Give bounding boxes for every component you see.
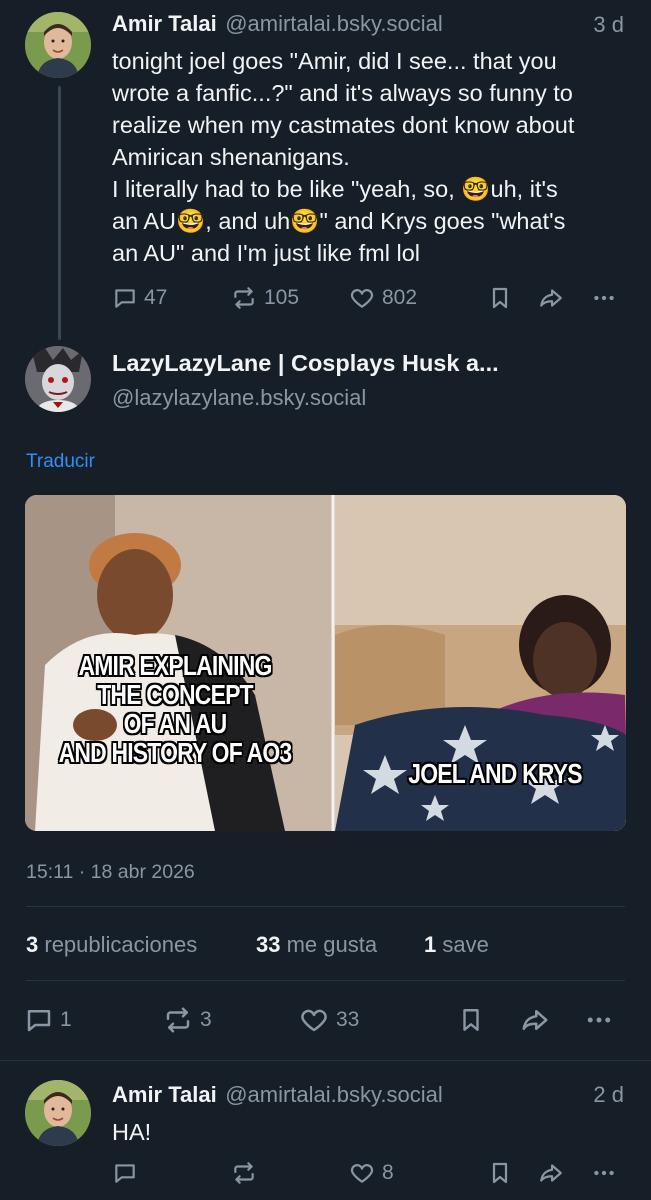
avatar-amir[interactable] bbox=[25, 12, 91, 78]
share-button[interactable] bbox=[536, 1160, 566, 1186]
heart-icon bbox=[350, 289, 374, 308]
repost-count: 105 bbox=[264, 286, 300, 309]
repost-icon bbox=[234, 287, 254, 309]
repost-icon bbox=[234, 1162, 254, 1184]
bookmark-icon bbox=[463, 1009, 479, 1031]
author-name[interactable]: Amir Talai bbox=[112, 1082, 217, 1107]
bookmark-button[interactable] bbox=[488, 285, 512, 311]
bookmark-icon bbox=[492, 1162, 508, 1184]
reply-button[interactable] bbox=[112, 1160, 138, 1186]
divider bbox=[26, 980, 625, 981]
post-time[interactable]: 2 d bbox=[593, 1082, 624, 1108]
avatar-amir[interactable] bbox=[25, 1080, 91, 1146]
author-handle[interactable]: @amirtalai.bsky.social bbox=[225, 1082, 443, 1107]
divider bbox=[0, 1060, 651, 1061]
more-icon bbox=[594, 1170, 614, 1176]
author-name[interactable]: LazyLazyLane | Cosplays Husk a... bbox=[112, 350, 499, 377]
share-icon bbox=[522, 1010, 548, 1030]
like-button[interactable]: 33 bbox=[298, 1005, 359, 1035]
post-text: tonight joel goes "Amir, did I see... th… bbox=[112, 48, 575, 266]
repost-icon bbox=[166, 1007, 190, 1033]
likes-stat-count: 33 bbox=[256, 932, 281, 957]
more-button[interactable] bbox=[590, 1160, 618, 1186]
author-name[interactable]: Amir Talai bbox=[112, 11, 217, 36]
like-button[interactable]: 802 bbox=[348, 285, 417, 311]
meme-left-caption: AMIR EXPLAINING THE CONCEPT OF AN AU AND… bbox=[58, 650, 293, 768]
meme-image[interactable]: AMIR EXPLAINING THE CONCEPT OF AN AU AND… bbox=[25, 495, 626, 831]
reply-count: 1 bbox=[60, 1008, 72, 1031]
saves-stat-count: 1 bbox=[424, 932, 437, 957]
reposts-stat[interactable]: 3 republicaciones bbox=[26, 932, 197, 958]
reposts-stat-count: 3 bbox=[26, 932, 39, 957]
meme-right-caption: JOEL AND KRYS bbox=[408, 758, 582, 789]
more-icon bbox=[594, 295, 614, 301]
reply-icon bbox=[27, 1010, 51, 1032]
like-count: 33 bbox=[336, 1008, 360, 1031]
author-handle[interactable]: @amirtalai.bsky.social bbox=[225, 11, 443, 36]
more-icon bbox=[587, 1017, 611, 1023]
reply-icon bbox=[115, 1164, 135, 1183]
post-time[interactable]: 3 d bbox=[593, 12, 624, 38]
more-button[interactable] bbox=[584, 1005, 614, 1035]
repost-button[interactable] bbox=[230, 1160, 258, 1186]
repost-button[interactable]: 105 bbox=[230, 285, 299, 311]
like-count: 8 bbox=[382, 1161, 394, 1184]
post3-header: Amir Talai @amirtalai.bsky.social bbox=[112, 1082, 443, 1108]
bookmark-button[interactable] bbox=[458, 1005, 484, 1035]
likes-stat[interactable]: 33 me gusta bbox=[256, 932, 377, 958]
likes-stat-label: me gusta bbox=[286, 932, 378, 957]
saves-stat[interactable]: 1 save bbox=[424, 932, 489, 958]
post-text: HA! bbox=[112, 1119, 152, 1145]
share-button[interactable] bbox=[518, 1005, 552, 1035]
translate-link[interactable]: Traducir bbox=[26, 451, 95, 473]
repost-count: 3 bbox=[200, 1008, 212, 1031]
like-button[interactable]: 8 bbox=[348, 1160, 394, 1186]
saves-stat-label: save bbox=[442, 932, 489, 957]
reply-button[interactable]: 47 bbox=[112, 285, 167, 311]
reply-button[interactable]: 1 bbox=[24, 1005, 72, 1035]
heart-icon bbox=[301, 1009, 327, 1032]
reply-icon bbox=[115, 289, 135, 308]
reposts-stat-label: republicaciones bbox=[44, 932, 198, 957]
heart-icon bbox=[350, 1164, 374, 1183]
bookmark-icon bbox=[492, 287, 508, 309]
post1-header: Amir Talai @amirtalai.bsky.social bbox=[112, 11, 443, 37]
more-button[interactable] bbox=[590, 285, 618, 311]
repost-button[interactable]: 3 bbox=[162, 1005, 212, 1035]
bookmark-button[interactable] bbox=[488, 1160, 512, 1186]
avatar-lazylazylane[interactable] bbox=[25, 346, 91, 412]
share-icon bbox=[540, 1164, 562, 1182]
thread-line bbox=[58, 86, 61, 340]
share-icon bbox=[540, 289, 562, 307]
reply-count: 47 bbox=[144, 286, 168, 309]
like-count: 802 bbox=[382, 286, 418, 309]
author-handle[interactable]: @lazylazylane.bsky.social bbox=[112, 385, 366, 411]
share-button[interactable] bbox=[536, 285, 566, 311]
divider bbox=[26, 906, 625, 907]
post-timestamp[interactable]: 15:11 · 18 abr 2026 bbox=[26, 861, 195, 884]
